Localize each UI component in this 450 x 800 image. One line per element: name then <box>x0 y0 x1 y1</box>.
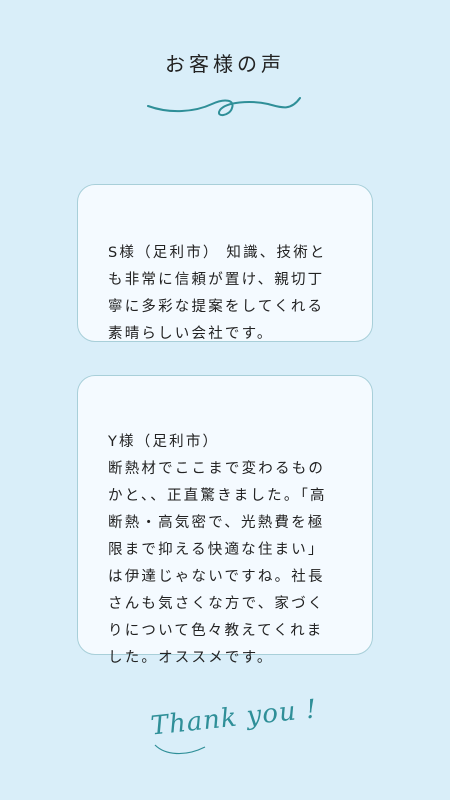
thank-you-signature: Thank you ! <box>149 694 315 755</box>
testimonial-text: S様（足利市） 知識、技術と も非常に信頼が置け、親切丁 寧に多彩な提案をしてく… <box>108 245 327 342</box>
testimonial-card: S様（足利市） 知識、技術と も非常に信頼が置け、親切丁 寧に多彩な提案をしてく… <box>77 184 373 342</box>
testimonial-text: Y様（足利市） 断熱材でここまで変わるもの かと、、正直驚きました。「高 断熱・… <box>108 434 327 666</box>
testimonial-card: Y様（足利市） 断熱材でここまで変わるもの かと、、正直驚きました。「高 断熱・… <box>77 375 373 666</box>
decorative-squiggle <box>147 97 301 116</box>
page-title: お客様の声 <box>165 52 285 76</box>
svg-text:Thank you !: Thank you ! <box>149 694 315 741</box>
